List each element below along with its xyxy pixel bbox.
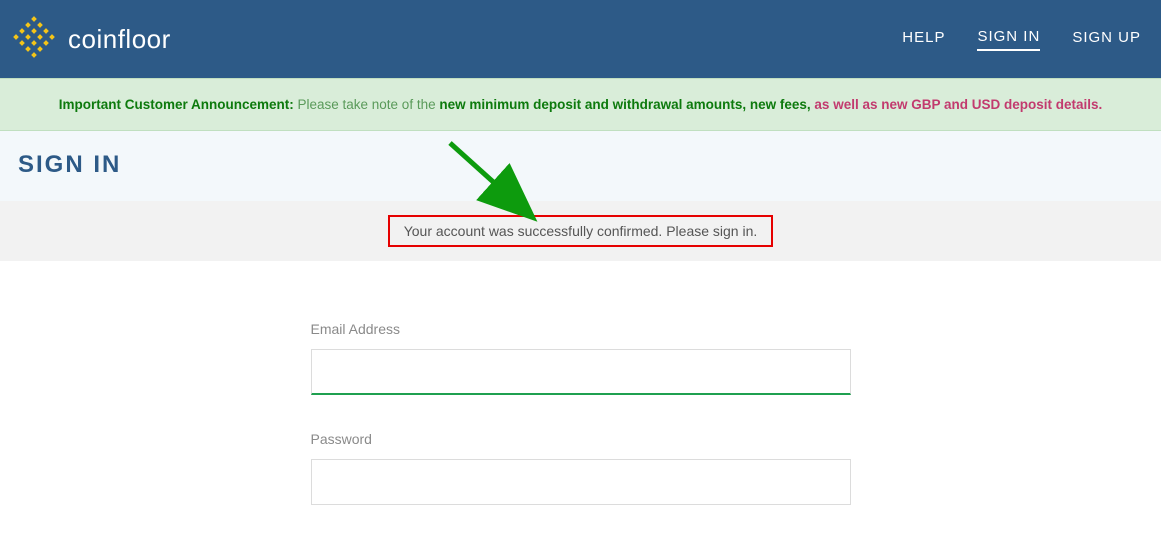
password-label: Password [311, 431, 851, 447]
nav-help[interactable]: HELP [902, 29, 945, 50]
email-label: Email Address [311, 321, 851, 337]
announcement-link-fees[interactable]: new minimum deposit and withdrawal amoun… [439, 97, 810, 112]
brand-name: coinfloor [68, 24, 171, 55]
password-group: Password [311, 431, 851, 505]
confirmation-notice: Your account was successfully confirmed.… [388, 215, 774, 247]
brand-logo[interactable]: coinfloor [10, 15, 171, 63]
announcement-prefix: Important Customer Announcement: [59, 97, 294, 112]
notice-bar: Your account was successfully confirmed.… [0, 201, 1161, 261]
announcement-link-deposit[interactable]: as well as new GBP and USD deposit detai… [814, 97, 1102, 112]
email-input[interactable] [311, 349, 851, 395]
coinfloor-logo-icon [10, 15, 58, 63]
main-header: coinfloor HELP SIGN IN SIGN UP [0, 0, 1161, 78]
announcement-text: Please take note of the [294, 97, 440, 112]
page-title-bar: SIGN IN [0, 131, 1161, 201]
signin-form-area: Email Address Password [0, 261, 1161, 541]
password-input[interactable] [311, 459, 851, 505]
page-title: SIGN IN [18, 151, 1143, 179]
email-group: Email Address [311, 321, 851, 395]
nav-sign-up[interactable]: SIGN UP [1072, 29, 1141, 50]
top-nav: HELP SIGN IN SIGN UP [902, 28, 1141, 51]
nav-sign-in[interactable]: SIGN IN [977, 28, 1040, 51]
announcement-banner: Important Customer Announcement: Please … [0, 78, 1161, 131]
